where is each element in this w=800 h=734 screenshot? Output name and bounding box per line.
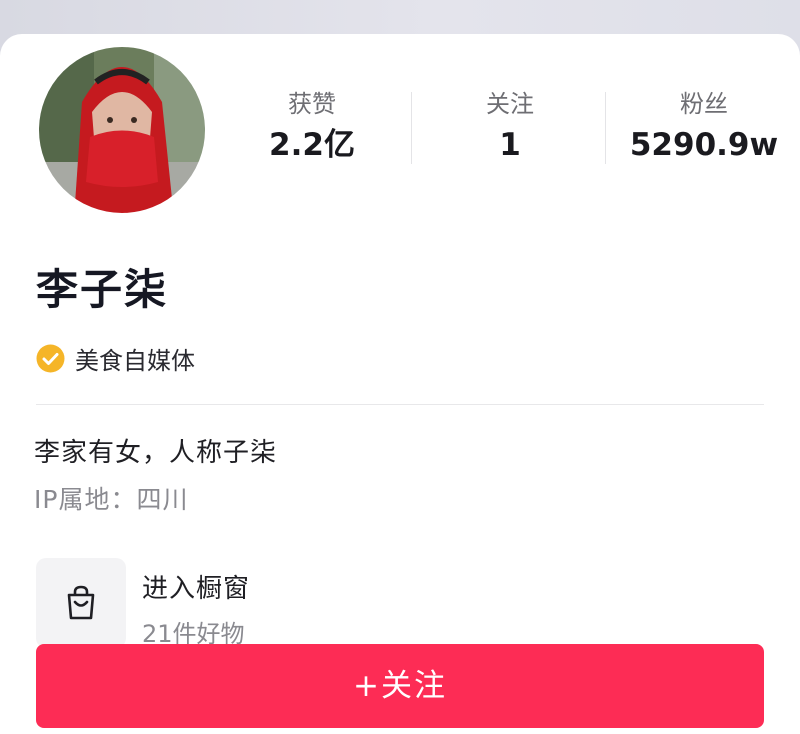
stat-label: 关注 [486,90,534,118]
follow-button[interactable]: +关注 [36,644,764,728]
stat-value: 5290.9w [629,127,779,163]
stat-label: 获赞 [288,90,336,118]
profile-bio: 李家有女，人称子柒 [34,438,278,468]
stat-value: 1 [499,127,521,163]
verification-label: 美食自媒体 [75,346,195,375]
avatar[interactable] [34,42,210,218]
shop-title: 进入橱窗 [142,574,251,604]
avatar-image [34,42,210,218]
stat-following[interactable]: 关注 1 [412,88,608,166]
profile-card: 获赞 2.2亿 关注 1 粉丝 5290.9w 李子柒 美食自媒体 李家有女，人… [0,34,800,734]
section-divider [36,404,764,405]
stat-likes[interactable]: 获赞 2.2亿 [214,88,410,166]
profile-name: 李子柒 [36,265,169,314]
stat-followers[interactable]: 粉丝 5290.9w [606,88,800,166]
stat-value: 2.2亿 [269,127,355,163]
stats-bar: 获赞 2.2亿 关注 1 粉丝 5290.9w [214,88,800,168]
shopping-bag-icon [67,585,95,620]
verified-check-icon [36,344,65,372]
verification-row: 美食自媒体 [36,342,195,375]
shop-window-entry[interactable]: 进入橱窗 21件好物 [36,558,536,650]
stat-label: 粉丝 [680,90,728,118]
shop-icon-box [36,558,126,648]
ip-location: IP属地：四川 [34,485,189,514]
